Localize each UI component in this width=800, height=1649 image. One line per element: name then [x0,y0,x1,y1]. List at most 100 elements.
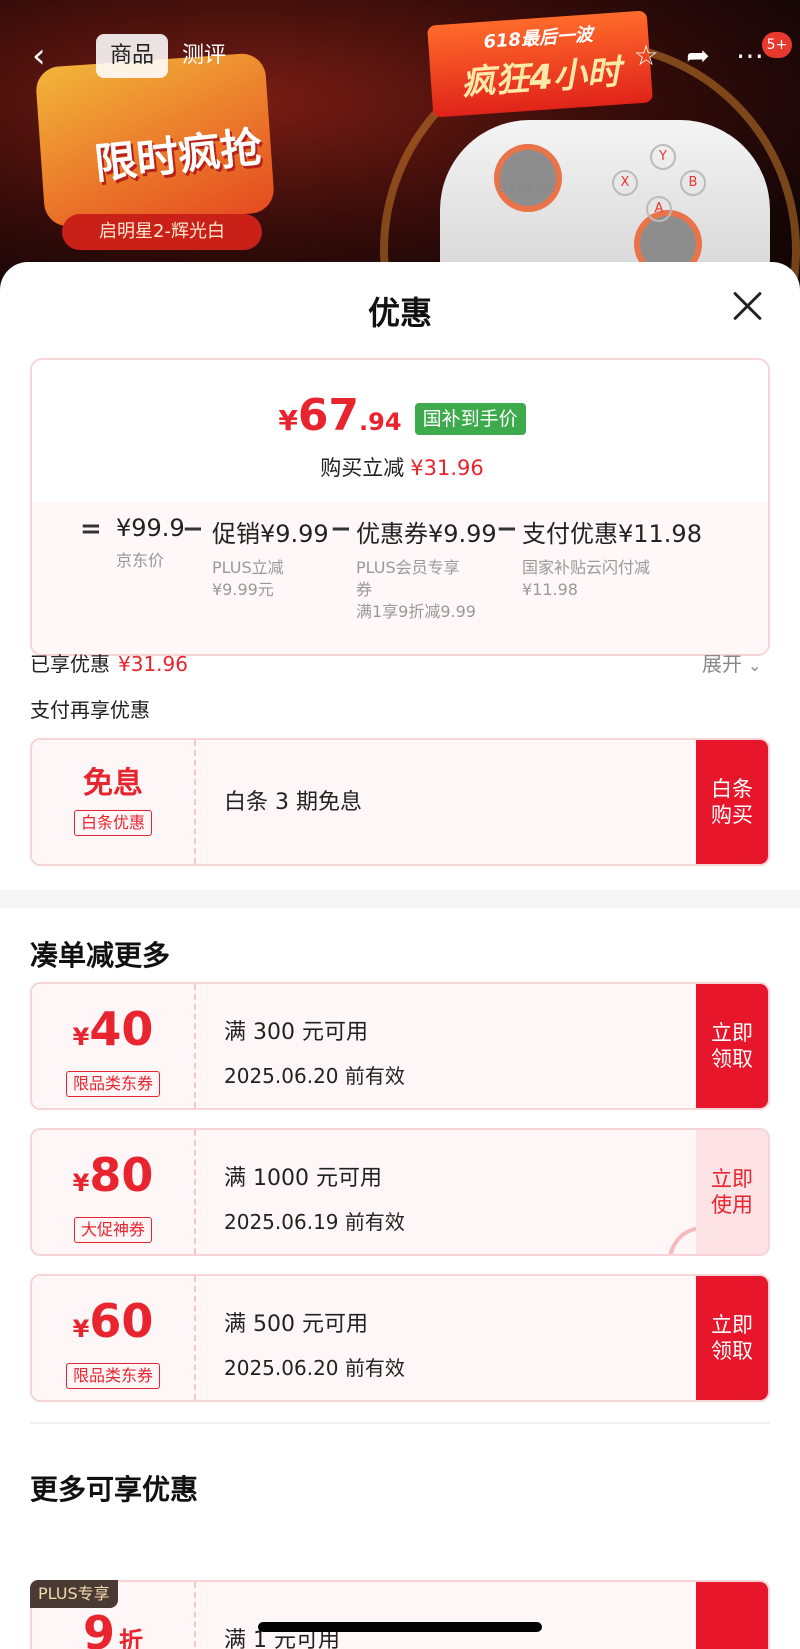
term-desc: PLUS立减 ¥9.99元 [212,557,329,601]
plus-coupon-row: 9折 满 1 元可用 立即 [30,1580,770,1649]
coupon-amount: ¥40 [32,1004,194,1065]
enjoyed-label: 已享优惠 [30,652,110,676]
term-desc: 京东价 [116,550,185,572]
section-title-extra: 更多可享优惠 [30,1473,199,1506]
term-desc-line: PLUS会员专享 [356,558,460,577]
final-price: ¥67.94 国补到手价 [32,390,768,441]
coupon-amount-number: 40 [89,1002,154,1056]
term-desc: PLUS会员专享 券 满1享9折减9.99 [356,557,497,623]
coupon-validity: 2025.06.20 前有效 [224,1064,405,1088]
coupon-info: 满 500 元可用 2025.06.20 前有效 [224,1306,405,1381]
coupon-currency: ¥ [72,1023,90,1051]
coupon-amount-number: 80 [89,1148,154,1202]
coupon-validity: 2025.06.20 前有效 [224,1356,405,1380]
tab-review[interactable]: 测评 [168,34,240,78]
term-desc: 国家补贴云闪付减 ¥11.98 [522,557,702,601]
formula-term-jd-price: ¥99.9 京东价 [116,514,185,572]
enjoyed-amount: ¥31.96 [118,652,188,676]
baitiao-offer: 免息 白条优惠 白条 3 期免息 白条购买 [30,738,770,866]
section-title-more: 凑单减更多 [30,939,171,972]
claim-coupon-button[interactable]: 立即领取 [696,1276,768,1400]
formula-term-promo: 促销¥9.99 PLUS立减 ¥9.99元 [212,514,329,601]
enjoyed-discount: 已享优惠 ¥31.96 [30,648,188,677]
claim-coupon-button[interactable]: 立即领取 [696,984,768,1108]
purchase-reduction: 购买立减 ¥31.96 [32,452,768,482]
coupon-amount: 9折 [32,1608,194,1649]
formula-term-payment: 支付优惠¥11.98 国家补贴云闪付减 ¥11.98 [522,514,702,601]
banner-badge-subtitle: 启明星2-辉光白 [62,214,262,250]
coupon-currency: ¥ [72,1315,90,1343]
subsidy-price-tag: 国补到手价 [414,403,526,435]
discount-unit: 折 [119,1627,143,1649]
coupon-type-label: 限品类东券 [65,1071,160,1097]
section-divider [30,1422,770,1424]
left-stick [500,150,556,206]
top-nav-bar: ‹ 商品 测评 ☆ ➦ ⋯ 5+ [0,20,800,92]
coupon-value: ¥80 大促神券 [32,1130,196,1254]
term-desc-line: 满1享9折减9.99 [356,602,476,621]
reduction-label: 购买立减 [320,456,405,480]
minus-sign: − [496,514,518,544]
reduction-amount: ¥31.96 [410,456,484,480]
baitiao-label: 白条优惠 [73,810,152,836]
price-currency: ¥ [278,404,298,437]
coupon-type-label: 大促神券 [73,1217,152,1243]
close-icon[interactable] [730,288,766,324]
coupon-condition: 满 500 元可用 [224,1312,368,1337]
discount-number: 9 [82,1606,115,1649]
coupon-value: ¥40 限品类东券 [32,984,196,1108]
expand-label: 展开 [702,652,742,676]
share-icon[interactable]: ➦ [680,38,716,74]
baitiao-text-block: 白条 3 期免息 [224,784,362,816]
back-icon[interactable]: ‹ [32,36,62,76]
equals-sign: = [80,514,102,544]
use-coupon-button[interactable]: 立即使用 [696,1130,768,1254]
b-button-graphic: B [680,170,706,196]
home-indicator[interactable] [258,1622,542,1632]
coupon-info: 满 1000 元可用 2025.06.19 前有效 [224,1160,405,1235]
coupon-condition: 满 1000 元可用 [224,1166,382,1191]
coupon-row: ¥60 限品类东券 满 500 元可用 2025.06.20 前有效 立即领取 [30,1274,770,1402]
tab-product[interactable]: 商品 [96,34,169,78]
coupon-condition: 满 300 元可用 [224,1020,368,1045]
term-desc-line: 国家补贴云闪付减 [522,558,651,577]
baitiao-buy-button[interactable]: 白条购买 [696,740,768,864]
term-value: ¥99.9 [116,514,185,542]
baitiao-text: 白条 3 期免息 [224,790,362,815]
favorite-star-icon[interactable]: ☆ [628,38,664,74]
coupon-row: ¥80 大促神券 满 1000 元可用 2025.06.19 前有效 已领 立即… [30,1128,770,1256]
term-desc-line: ¥9.99元 [212,580,274,599]
term-desc-line: PLUS立减 [212,558,284,577]
coupon-value: ¥60 限品类东券 [32,1276,196,1400]
expand-toggle[interactable]: 展开 ⌄ [702,648,761,677]
term-value: 优惠券¥9.99 [356,520,497,548]
x-button-graphic: X [612,170,638,196]
price-integer: 67 [297,390,360,441]
product-tabs: 商品 测评 [96,34,240,78]
term-desc-line: 京东价 [116,551,165,570]
price-formula: = ¥99.9 京东价 − 促销¥9.99 PLUS立减 ¥9.99元 − 优惠… [32,514,768,654]
coupon-amount-number: 60 [89,1294,154,1348]
pay-more-label: 支付再享优惠 [30,698,150,722]
price-decimal: .94 [359,408,402,436]
discount-sheet: 优惠 ¥67.94 国补到手价 购买立减 ¥31.96 = ¥99.9 京东价 −… [0,262,800,1649]
coupon-type-label: 限品类东券 [65,1363,160,1389]
plus-exclusive-badge: PLUS专享 [30,1580,118,1608]
baitiao-left: 免息 白条优惠 [32,740,196,864]
section-gap [0,890,800,908]
coupon-validity: 2025.06.19 前有效 [224,1210,405,1234]
plus-coupon-action[interactable]: 立即 [696,1582,768,1649]
coupon-info: 满 300 元可用 2025.06.20 前有效 [224,1014,405,1089]
formula-term-coupon: 优惠券¥9.99 PLUS会员专享 券 满1享9折减9.99 [356,514,497,623]
minus-sign: − [182,514,204,544]
sheet-title: 优惠 [367,294,432,332]
minus-sign: − [330,514,352,544]
baitiao-big: 免息 [83,766,143,801]
coupon-currency: ¥ [72,1169,90,1197]
y-button-graphic: Y [650,144,676,170]
price-breakdown-card: ¥67.94 国补到手价 购买立减 ¥31.96 = ¥99.9 京东价 − 促销… [30,358,770,656]
coupon-row: ¥40 限品类东券 满 300 元可用 2025.06.20 前有效 立即领取 [30,982,770,1110]
coupon-amount: ¥60 [32,1296,194,1357]
term-value: 支付优惠¥11.98 [522,520,702,548]
term-value: 促销¥9.99 [212,520,329,548]
